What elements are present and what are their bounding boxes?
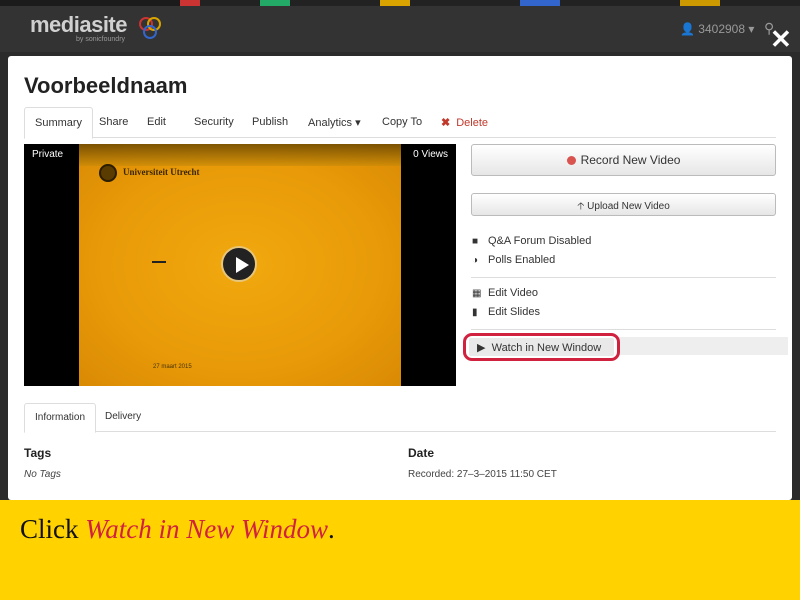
slide-org: Universiteit Utrecht (123, 167, 200, 177)
page-title: Voorbeeldnaam (24, 73, 188, 98)
tab-bar: Summary Share Edit Security Publish Anal… (24, 107, 776, 139)
pie-chart-icon: ◑ (472, 255, 479, 266)
instruction-text: Click Watch in New Window. (20, 514, 335, 544)
watch-in-new-window-button[interactable]: ▶ Watch in New Window (469, 338, 614, 356)
qa-forum-status: ■ Q&A Forum Disabled (472, 235, 592, 247)
user-menu[interactable]: 👤 3402908 ▾ (680, 22, 754, 36)
tab-share[interactable]: Share (89, 107, 138, 138)
record-dot-icon (566, 156, 576, 165)
tab-copy-to[interactable]: Copy To (372, 107, 432, 138)
watch-highlight-ring: ▶ Watch in New Window (463, 333, 620, 361)
instruction-banner: Click Watch in New Window. (0, 500, 800, 600)
tab-delete[interactable]: ✖ Delete (431, 107, 498, 138)
close-icon[interactable]: ✕ (770, 26, 792, 52)
video-player[interactable]: Universiteit Utrecht 27 maart 2015 Priva… (24, 144, 456, 386)
delete-icon: ✖ (441, 117, 451, 129)
tab-security[interactable]: Security (184, 107, 244, 138)
tab-analytics[interactable]: Analytics ▾ (298, 107, 371, 138)
document-icon: ▮ (472, 307, 478, 318)
divider (471, 277, 776, 278)
polls-status: ◑ Polls Enabled (472, 254, 556, 266)
tab-information[interactable]: Information (24, 403, 97, 433)
edit-slides-link[interactable]: ▮ Edit Slides (472, 306, 540, 318)
play-small-icon: ▶ (477, 342, 486, 354)
tab-publish[interactable]: Publish (242, 107, 298, 138)
upload-new-video-button[interactable]: 🡡 Upload New Video (471, 193, 776, 216)
tab-summary[interactable]: Summary (24, 107, 94, 139)
instruction-target: Watch in New Window (85, 514, 329, 544)
record-label: Record New Video (580, 153, 681, 167)
edit-video-link[interactable]: ▦ Edit Video (472, 287, 538, 299)
presentation-modal: Voorbeeldnaam Summary Share Edit Securit… (8, 56, 792, 500)
user-id: 3402908 ▾ (698, 22, 755, 36)
slide-date: 27 maart 2015 (153, 364, 192, 370)
watch-label: Watch in New Window (491, 342, 602, 354)
chat-bubble-icon: ■ (472, 236, 479, 247)
upload-arrow-icon: 🡡 (577, 201, 585, 212)
tags-value: No Tags (24, 469, 61, 480)
film-icon: ▦ (472, 288, 482, 299)
record-new-video-button[interactable]: Record New Video (471, 144, 776, 176)
tags-label: Tags (24, 446, 52, 460)
details-tab-bar: Information Delivery (24, 403, 776, 433)
university-seal-icon (99, 164, 117, 182)
top-bar: mediasite by sonicfoundry 👤 3402908 ▾ ⚲ (0, 6, 800, 52)
logo-mark-icon (139, 17, 161, 39)
visibility-label: Private (32, 149, 64, 160)
slide-dash (152, 261, 166, 263)
tab-delivery[interactable]: Delivery (95, 403, 151, 432)
tab-delete-label: Delete (456, 117, 489, 129)
upload-label: Upload New Video (587, 201, 670, 212)
logo[interactable]: mediasite (30, 12, 128, 38)
logo-subtitle: by sonicfoundry (76, 36, 126, 43)
play-icon[interactable] (221, 246, 257, 282)
views-count: 0 Views (413, 149, 448, 160)
user-icon: 👤 (680, 22, 695, 36)
date-label: Date (408, 446, 435, 460)
tab-edit[interactable]: Edit (137, 107, 176, 138)
divider (471, 329, 776, 330)
date-value: Recorded: 27–3–2015 11:50 CET (408, 469, 557, 480)
